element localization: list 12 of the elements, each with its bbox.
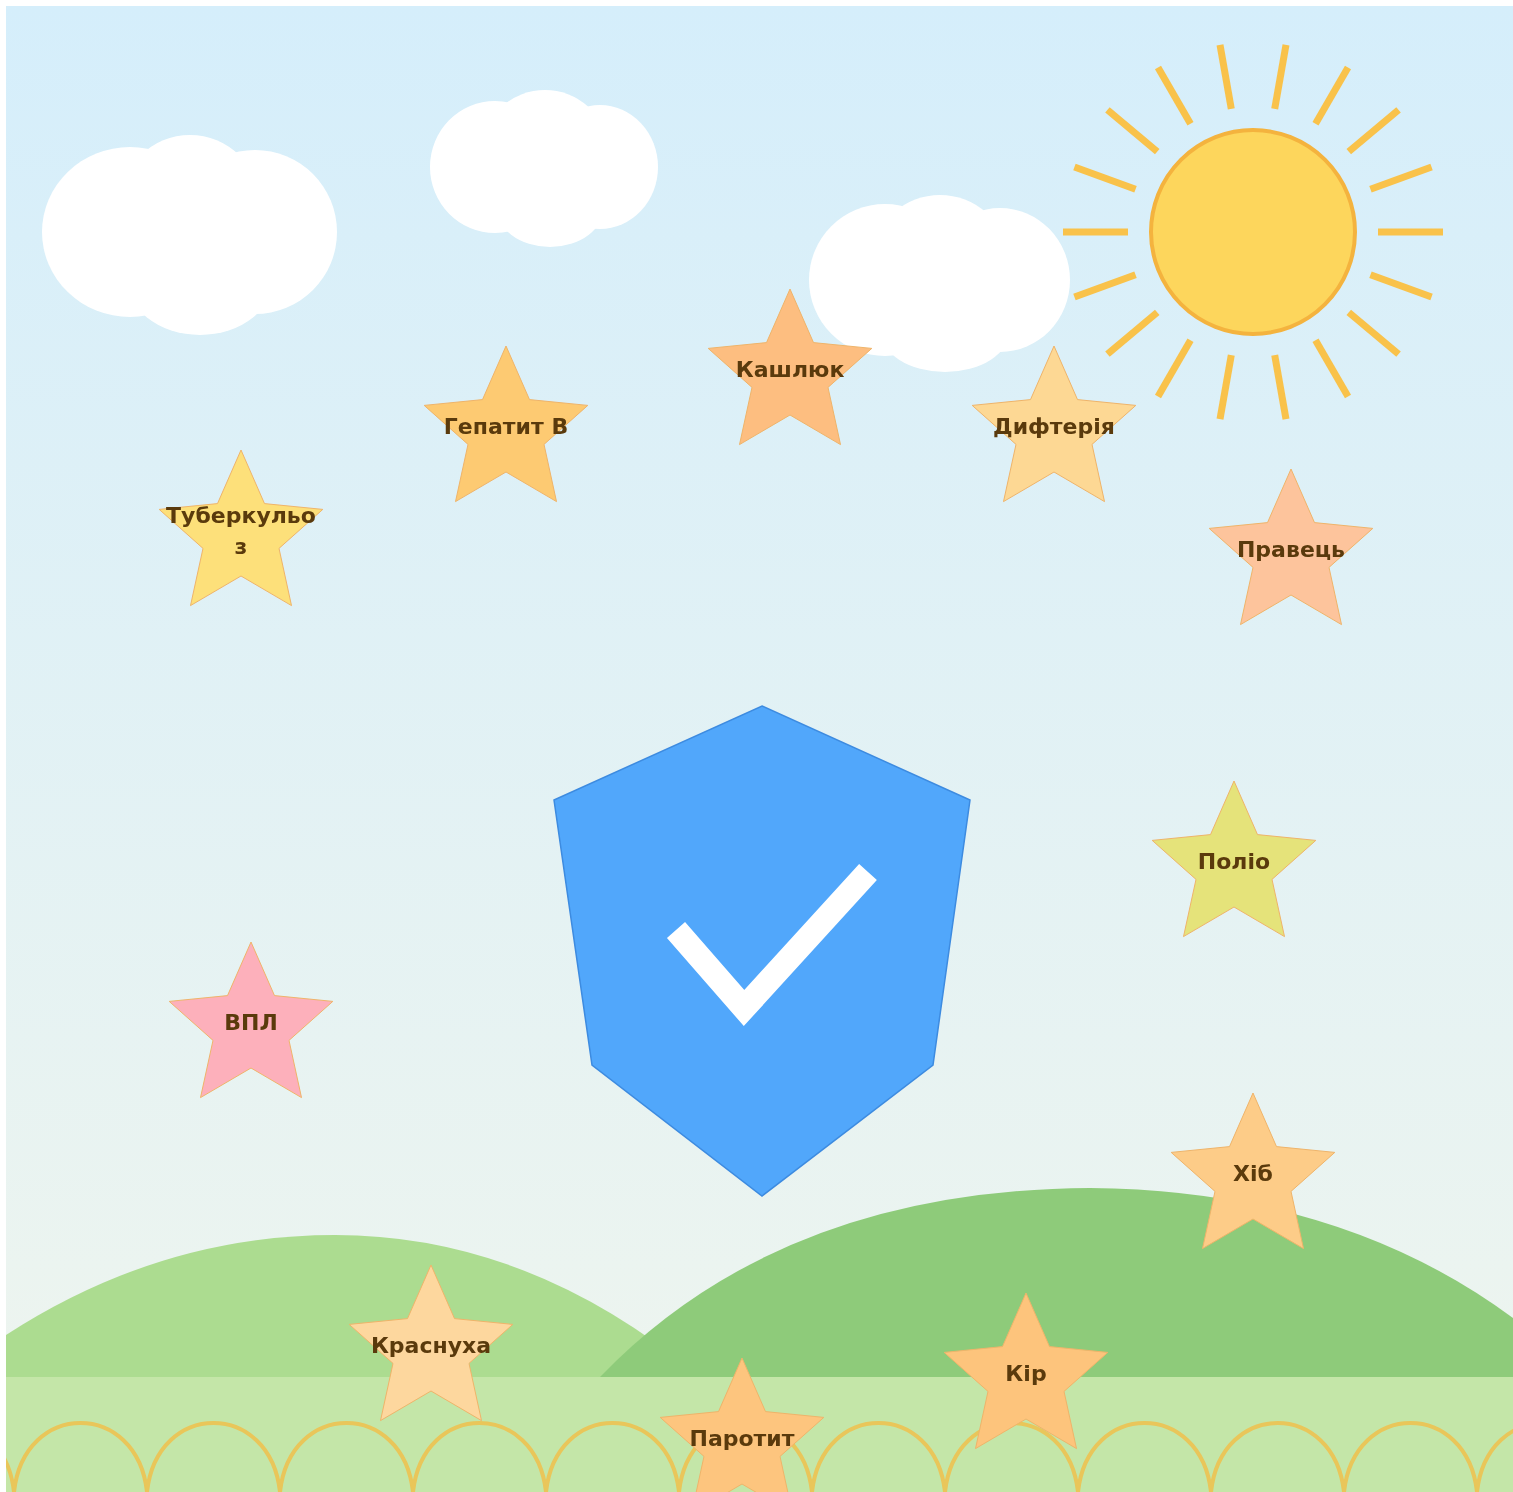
star-label: Поліо <box>1197 849 1271 874</box>
star-label: Кір <box>1005 1361 1047 1386</box>
star-label: з <box>234 533 248 559</box>
star-label: Краснуха <box>370 1333 492 1358</box>
star-label: ВПЛ <box>224 1010 278 1035</box>
shield-check-icon <box>553 705 971 1197</box>
star-label: Хіб <box>1233 1161 1273 1186</box>
star-label: Дифтерія <box>993 414 1115 439</box>
star-label: Туберкульо <box>166 502 316 528</box>
star-label: Правець <box>1236 537 1346 562</box>
star-label: Паротит <box>689 1426 795 1451</box>
star-label: Кашлюк <box>735 357 845 382</box>
